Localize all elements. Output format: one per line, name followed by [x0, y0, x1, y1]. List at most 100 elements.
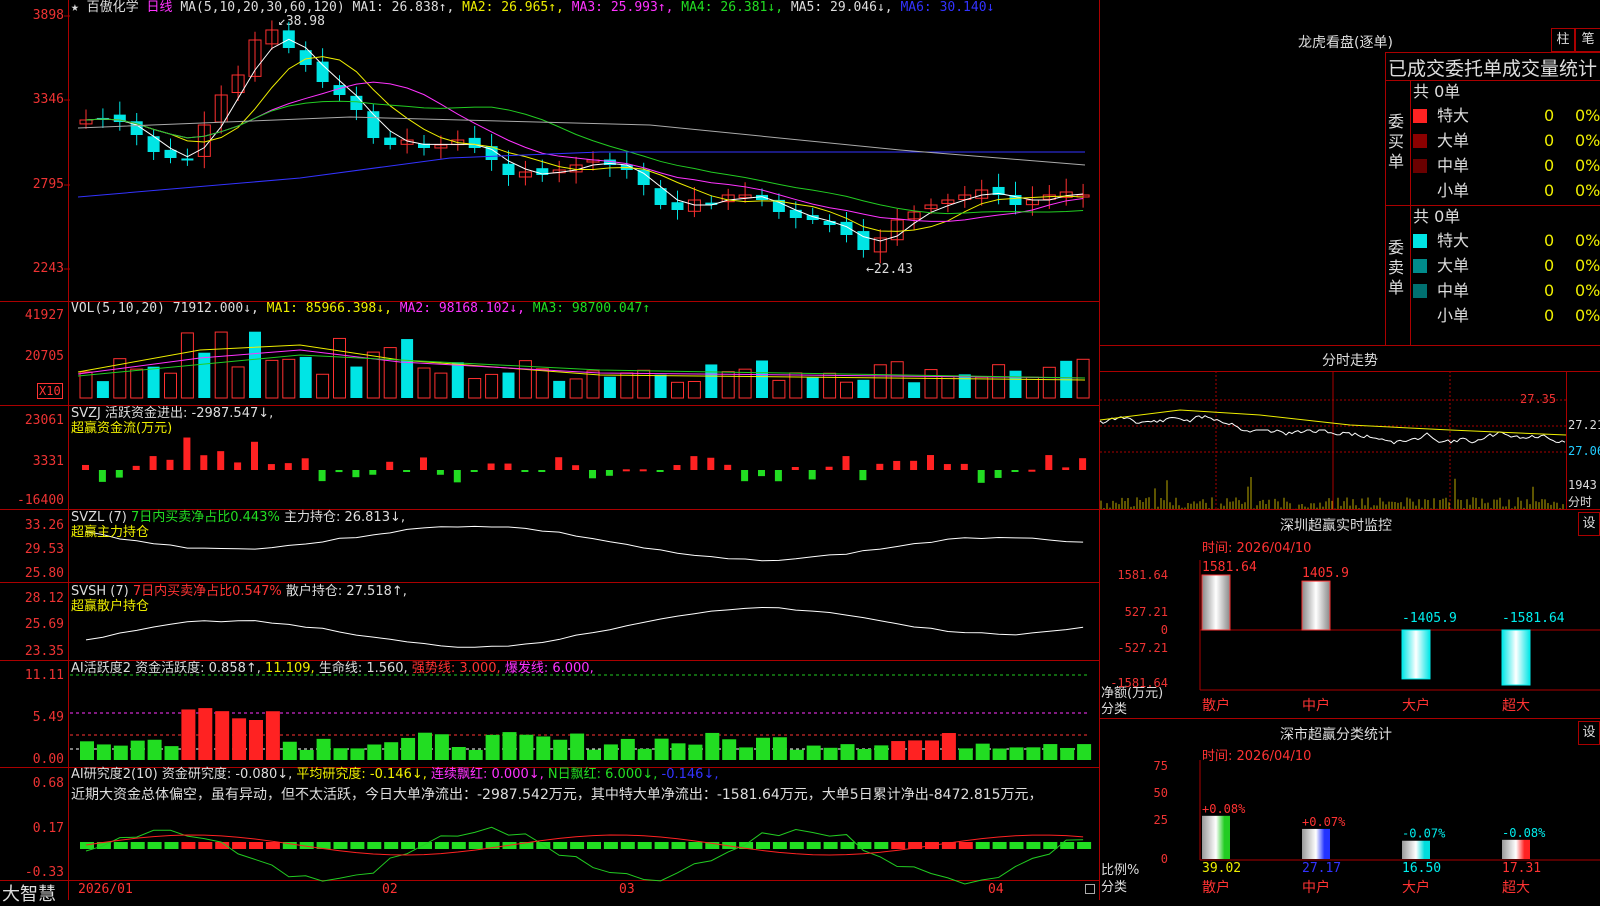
ai1-bar: [941, 733, 956, 760]
classify-pct-label: +0.08%: [1202, 802, 1246, 816]
ai2-bar: [350, 842, 365, 849]
fund-flow-bar: [639, 469, 647, 472]
ai2-bar: [688, 842, 703, 849]
svzj-axis-label: 23061: [24, 413, 64, 428]
monitor-settings-button[interactable]: 设: [1578, 512, 1600, 536]
order-count: 0: [1544, 306, 1555, 325]
order-count: 0: [1544, 231, 1555, 250]
sell-orders-label: 委卖单: [1388, 238, 1405, 297]
volume-bar: [417, 367, 431, 399]
fund-flow-bar: [605, 470, 613, 476]
volume-bar: [1076, 358, 1090, 399]
monitor-category: 超大: [1502, 698, 1530, 714]
volume-bar: [992, 364, 1006, 399]
volume-bar: [840, 381, 853, 399]
fund-flow-bar: [707, 457, 715, 470]
order-percent: 0%: [1575, 181, 1600, 200]
intraday-axis-label: 分时: [1568, 495, 1593, 509]
volume-bar: [96, 381, 109, 398]
ai-research-comment: 近期大资金总体偏空，虽有异动，但不太活跃，今日大单净流出：-2987.542万元…: [71, 787, 1043, 803]
svzl-axis-label: 29.53: [24, 542, 64, 557]
legend-swatch: [1413, 259, 1427, 273]
fund-flow-bar: [1045, 455, 1053, 470]
ai1-bar: [1060, 747, 1075, 760]
order-count: 0: [1544, 181, 1555, 200]
volume-bar: [1009, 370, 1022, 398]
bar-view-button[interactable]: 柱: [1551, 28, 1575, 52]
classify-axis-label: 75: [1154, 759, 1168, 773]
fund-flow-bar: [808, 470, 816, 480]
volume-bar: [401, 339, 414, 398]
time-axis-label: 2026/01: [78, 882, 133, 897]
classify-title: 深市超赢分类统计: [1280, 727, 1392, 743]
volume-bar: [198, 352, 211, 398]
order-count: 0: [1544, 156, 1555, 175]
ai2-bar: [806, 842, 821, 849]
fund-flow-bar: [876, 463, 884, 470]
candle: [164, 149, 177, 158]
ai2-bar: [553, 842, 568, 849]
svzl-line: [85, 525, 1084, 562]
ai1-bar: [992, 748, 1007, 760]
fund-flow-bar: [453, 470, 461, 483]
classify-bar: [1502, 839, 1530, 859]
fund-flow-bar: [960, 463, 968, 470]
vol-ma1-line: [77, 344, 1086, 381]
fund-flow-bar: [369, 470, 377, 475]
ai1-bar: [384, 742, 399, 760]
monitor-category: 散户: [1202, 697, 1230, 714]
fund-flow-bar: [943, 464, 951, 470]
volume-bar: [249, 331, 261, 398]
ai2-bar: [401, 842, 416, 849]
k-line-chart[interactable]: [0, 0, 1100, 900]
ai1-bar: [232, 718, 247, 760]
monitor-category: 中户: [1302, 697, 1330, 714]
monitor-title: 深圳超赢实时监控: [1280, 518, 1392, 534]
fund-flow-bar: [555, 457, 563, 470]
ai1-axis-label: 5.49: [32, 710, 64, 725]
classify-settings-button[interactable]: 设: [1578, 721, 1600, 745]
sell-total: 共 0单: [1413, 207, 1461, 226]
pen-view-button[interactable]: 笔: [1575, 28, 1600, 52]
volume-bar: [485, 373, 499, 399]
svzj-axis-label: -16400: [17, 493, 64, 508]
legend-swatch: [1413, 309, 1427, 323]
time-axis-label: 03: [619, 882, 635, 897]
order-count: 0: [1544, 106, 1555, 125]
volume-bar: [333, 337, 346, 399]
candle: [468, 137, 481, 148]
legend-swatch: [1413, 134, 1427, 148]
ai1-bar: [840, 744, 855, 760]
svsh-line: [85, 606, 1084, 648]
fund-flow-bar: [994, 470, 1002, 478]
legend-swatch: [1413, 109, 1427, 123]
ai2-bar: [418, 842, 432, 849]
volume-bar: [383, 347, 397, 399]
candle: [181, 158, 194, 161]
ai1-bar: [654, 738, 669, 760]
lock-icon[interactable]: [1085, 884, 1095, 894]
ai1-bar: [147, 739, 162, 760]
fund-flow-bar: [200, 455, 208, 470]
svzj-subtitle: 超赢资金流(万元): [71, 421, 173, 436]
fund-flow-bar: [284, 463, 292, 470]
ai2-bar: [164, 842, 179, 849]
ai1-bar: [401, 737, 416, 760]
volume-bar: [941, 375, 955, 399]
time-axis-label: 02: [382, 882, 398, 897]
ai1-bar: [925, 740, 939, 760]
ai2-bar: [857, 842, 872, 849]
ai1-bar: [113, 745, 128, 760]
candle: [823, 220, 836, 225]
fund-flow-bar: [673, 465, 681, 470]
volume-header: VOL(5,10,20) 71912.000↓, MA1: 85966.398↓…: [71, 301, 651, 316]
classify-category: 超大: [1502, 880, 1530, 896]
fund-flow-bar: [774, 470, 782, 482]
monitor-bar: [1501, 629, 1531, 686]
svzl-subtitle: 超赢主力持仓: [71, 525, 150, 540]
ma-line: [85, 100, 1084, 215]
svsh-axis-label: 25.69: [24, 617, 64, 632]
vol-ma3-line: [77, 354, 1086, 379]
volume-unit-badge: X10: [37, 383, 63, 399]
ai1-bar: [1077, 744, 1092, 760]
